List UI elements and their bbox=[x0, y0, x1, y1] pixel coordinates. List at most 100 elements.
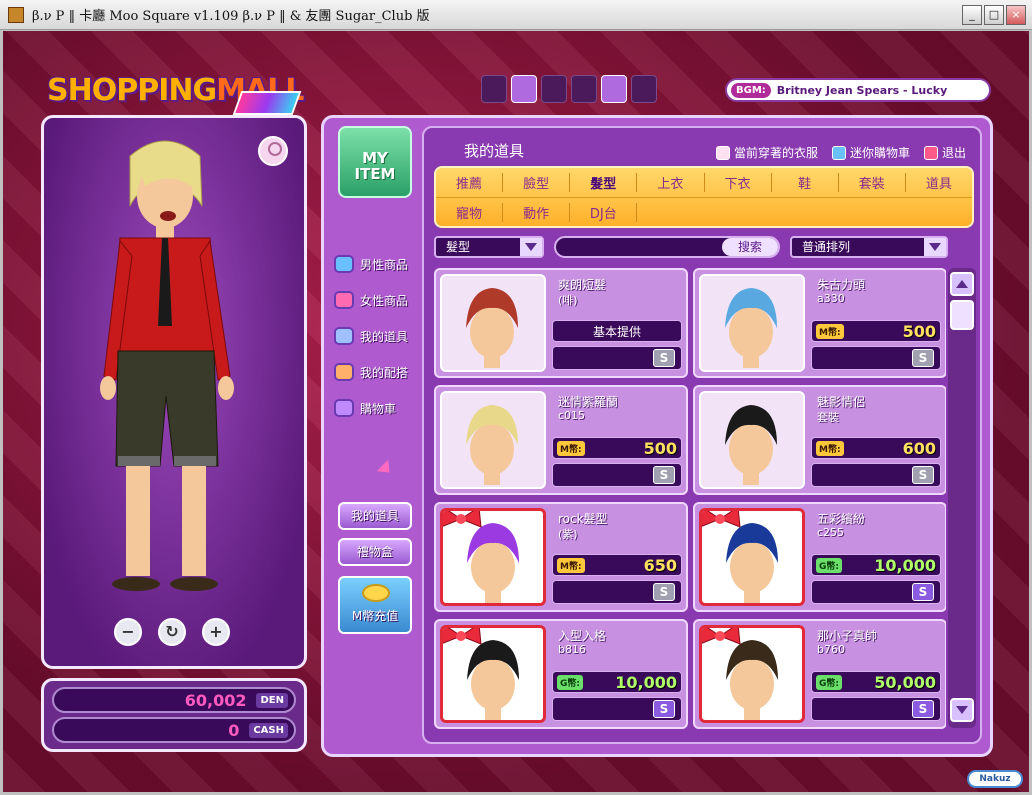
bgm-bar[interactable]: BGM: Britney Jean Spears - Lucky bbox=[725, 78, 991, 102]
my-items-button[interactable]: 我的道具 bbox=[338, 502, 412, 530]
mode-icon-6[interactable] bbox=[631, 75, 657, 103]
mode-icon-3[interactable] bbox=[541, 75, 567, 103]
tab-row-1: 推薦 臉型 髮型 上衣 下衣鞋套裝 道具 bbox=[436, 168, 972, 197]
zoom-in-icon[interactable]: + bbox=[202, 618, 230, 646]
scroll-down-icon[interactable] bbox=[950, 698, 974, 722]
my-item-badge: MY ITEM bbox=[338, 126, 412, 198]
tab-tabs_row2-2[interactable]: DJ台 bbox=[570, 202, 638, 222]
item-price: 600 bbox=[902, 438, 936, 458]
item-card[interactable]: 那小子真帥 b760 G幣: 50,000 S bbox=[693, 619, 946, 729]
select-button[interactable]: S bbox=[653, 700, 675, 718]
item-action-bar: S bbox=[552, 463, 682, 487]
category-dropdown[interactable]: 髮型 bbox=[434, 236, 544, 258]
exit-link[interactable]: 退出 bbox=[923, 144, 966, 161]
side-item-label: 購物車 bbox=[360, 401, 397, 416]
item-card[interactable]: 爽朗短髮 (啡) 基本提供 S bbox=[434, 268, 688, 378]
item-card[interactable]: 五彩繽紛 c255 G幣: 10,000 S bbox=[693, 502, 946, 612]
recharge-button[interactable]: M幣充值 bbox=[338, 576, 412, 634]
mode-icon-1[interactable] bbox=[481, 75, 507, 103]
items-grid: 爽朗短髮 (啡) 基本提供 S 朱古力頭 a330 M幣: 500 S 迷情紫羅蘭 c015 M幣: 5… bbox=[434, 268, 946, 738]
tab-tabs_row1-1[interactable]: 臉型 bbox=[503, 173, 571, 192]
select-button[interactable]: S bbox=[653, 349, 675, 367]
item-name: 迷情紫羅蘭 bbox=[558, 395, 619, 409]
search-input[interactable]: 搜索 bbox=[554, 236, 780, 258]
sort-dropdown[interactable]: 普通排列 bbox=[790, 236, 948, 258]
tab-tabs_row1-5[interactable]: 鞋 bbox=[772, 173, 839, 192]
category-tabs: 推薦 臉型 髮型 上衣 下衣鞋套裝 道具 寵物 動作 DJ台 bbox=[434, 166, 974, 228]
currency-tag: M幣: bbox=[816, 323, 844, 339]
price-bar: G幣: 50,000 bbox=[811, 671, 941, 693]
close-button[interactable]: × bbox=[1006, 5, 1026, 25]
avatar-zoom-controls: − ↻ + bbox=[114, 618, 230, 646]
mode-icons bbox=[481, 75, 657, 103]
tab-tabs_row2-1[interactable]: 動作 bbox=[503, 202, 571, 222]
chevron-down-icon bbox=[520, 238, 542, 256]
side-item-my-items[interactable]: 我的道具 bbox=[334, 318, 408, 354]
item-card[interactable]: 入型入格 b816 G幣: 10,000 S bbox=[434, 619, 688, 729]
scroll-thumb[interactable] bbox=[950, 300, 974, 330]
select-button[interactable]: S bbox=[912, 700, 934, 718]
item-thumbnail[interactable] bbox=[440, 508, 546, 606]
tab-tabs_row1-0[interactable]: 推薦 bbox=[436, 173, 504, 192]
cash-balance: 0 CASH bbox=[52, 717, 296, 743]
coins-icon bbox=[362, 584, 390, 602]
select-button[interactable]: S bbox=[912, 583, 934, 601]
item-card[interactable]: rock髮型 (紫) M幣: 650 S bbox=[434, 502, 688, 612]
item-name: 朱古力頭 bbox=[817, 278, 866, 292]
item-card[interactable]: 朱古力頭 a330 M幣: 500 S bbox=[693, 268, 946, 378]
scrollbar[interactable] bbox=[948, 268, 976, 728]
cash-unit: CASH bbox=[249, 722, 288, 738]
maximize-button[interactable]: □ bbox=[984, 5, 1004, 25]
price-bar: M幣: 500 bbox=[811, 320, 941, 342]
den-value: 60,002 bbox=[184, 690, 247, 710]
item-thumbnail[interactable] bbox=[440, 625, 546, 723]
minimize-button[interactable]: _ bbox=[962, 5, 982, 25]
item-thumbnail[interactable] bbox=[699, 391, 805, 489]
select-button[interactable]: S bbox=[653, 583, 675, 601]
item-thumbnail[interactable] bbox=[699, 274, 805, 372]
gift-box-button[interactable]: 禮物盒 bbox=[338, 538, 412, 566]
item-action-bar: S bbox=[811, 463, 941, 487]
item-card[interactable]: 迷情紫羅蘭 c015 M幣: 500 S bbox=[434, 385, 688, 495]
side-item-cart[interactable]: 購物車 bbox=[334, 390, 408, 426]
cash-value: 0 bbox=[228, 720, 240, 740]
mode-icon-4[interactable] bbox=[571, 75, 597, 103]
tab-tabs_row2-0[interactable]: 寵物 bbox=[436, 202, 504, 222]
tab-tabs_row1-7[interactable]: 道具 bbox=[906, 173, 972, 192]
tab-tabs_row1-3[interactable]: 上衣 bbox=[637, 173, 705, 192]
item-card[interactable]: 魅影情侶 套裝 M幣: 600 S bbox=[693, 385, 946, 495]
tab-row-2: 寵物 動作 DJ台 bbox=[436, 197, 972, 226]
side-item-male[interactable]: 男性商品 bbox=[334, 246, 408, 282]
gift-bow-icon bbox=[702, 628, 741, 645]
side-item-label: 我的道具 bbox=[360, 329, 409, 344]
mode-icon-2[interactable] bbox=[511, 75, 537, 103]
mini-cart-link[interactable]: 迷你購物車 bbox=[831, 144, 910, 161]
item-thumbnail[interactable] bbox=[440, 391, 546, 489]
select-button[interactable]: S bbox=[912, 466, 934, 484]
item-thumbnail[interactable] bbox=[440, 274, 546, 372]
sort-value: 普通排列 bbox=[802, 240, 851, 254]
bag-icon bbox=[831, 145, 846, 160]
select-button[interactable]: S bbox=[653, 466, 675, 484]
tab-tabs_row1-4[interactable]: 下衣 bbox=[705, 173, 772, 192]
wearing-link[interactable]: 當前穿著的衣服 bbox=[715, 144, 818, 161]
window-title: β.ν P ‖ 卡廳 Moo Square v1.109 β.ν P ‖ & 友… bbox=[32, 9, 430, 24]
mode-icon-5[interactable] bbox=[601, 75, 627, 103]
rotate-icon[interactable]: ↻ bbox=[158, 618, 186, 646]
side-item-female[interactable]: 女性商品 bbox=[334, 282, 408, 318]
currency-panel: 60,002 DEN 0 CASH bbox=[41, 678, 307, 752]
item-action-bar: S bbox=[552, 697, 682, 721]
item-code: (紫) bbox=[558, 528, 578, 541]
side-item-outfit[interactable]: 我的配搭 bbox=[334, 354, 408, 390]
tab-tabs_row1-6[interactable]: 套裝 bbox=[839, 173, 906, 192]
gift-bow-icon bbox=[443, 628, 482, 645]
select-button[interactable]: S bbox=[912, 349, 934, 367]
scroll-up-icon[interactable] bbox=[950, 272, 974, 296]
user-profile-icon[interactable] bbox=[258, 136, 288, 166]
search-button[interactable]: 搜索 bbox=[722, 238, 778, 256]
tab-tabs_row1-2[interactable]: 髮型 bbox=[570, 173, 638, 192]
item-thumbnail[interactable] bbox=[699, 625, 805, 723]
zoom-out-icon[interactable]: − bbox=[114, 618, 142, 646]
item-thumbnail[interactable] bbox=[699, 508, 805, 606]
window-titlebar: β.ν P ‖ 卡廳 Moo Square v1.109 β.ν P ‖ & 友… bbox=[0, 0, 1032, 30]
